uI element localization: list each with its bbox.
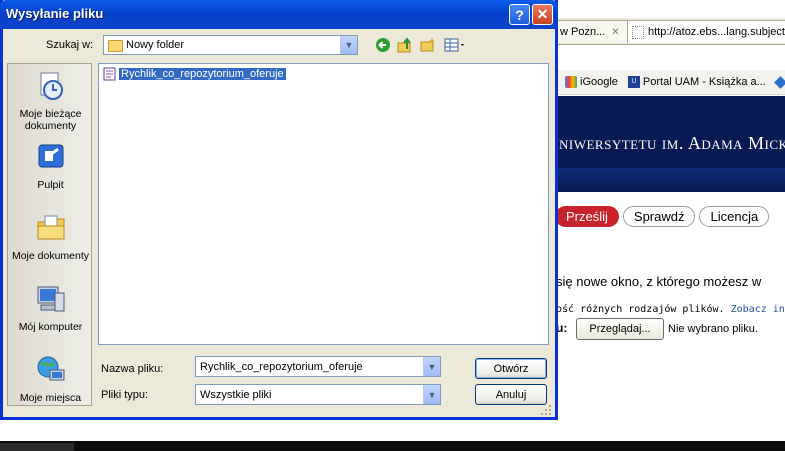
browser-tab[interactable]: http://atoz.ebs...lang.subject [627, 20, 785, 43]
igoogle-icon [565, 76, 577, 88]
taskbar-button[interactable] [0, 443, 74, 451]
place-label: Mój komputer [18, 321, 83, 333]
no-file-text: Nie wybrano pliku. [668, 323, 758, 335]
dialog-title: Wysyłanie pliku [6, 6, 104, 21]
place-my-computer[interactable]: Mój komputer [8, 283, 93, 333]
browser-tab-strip: w Pozn... ✕ http://atoz.ebs...lang.subje… [555, 18, 785, 45]
place-my-documents[interactable]: Moje dokumenty [8, 212, 93, 262]
place-label: Pulpit [37, 179, 64, 191]
back-button[interactable] [374, 36, 392, 54]
browse-button[interactable]: Przeglądaj... [576, 318, 664, 340]
file-type-value: Wszystkie pliki [200, 389, 272, 401]
help-button[interactable]: ? [509, 4, 530, 25]
desktop-icon [38, 144, 63, 168]
step-check[interactable]: Sprawdź [622, 205, 696, 227]
back-arrow-icon [376, 38, 390, 52]
place-desktop[interactable]: Pulpit [8, 141, 93, 191]
page-icon [632, 25, 644, 39]
look-in-dropdown[interactable]: Nowy folder ▼ [103, 35, 358, 55]
place-label: Moje bieżące dokumenty [19, 108, 82, 132]
new-folder-button[interactable] [419, 36, 437, 54]
file-item[interactable]: Rychlik_co_repozytorium_oferuje [103, 67, 286, 81]
tab-label: w Pozn... [560, 26, 606, 38]
file-name-label: Nazwa pliku: [101, 363, 164, 375]
browser-tab[interactable]: w Pozn... ✕ [555, 20, 631, 43]
up-folder-icon [397, 37, 411, 53]
instruction-text: się nowe okno, z którego możesz w [556, 274, 762, 289]
university-banner: niwersytetu im. Adama Mickiew [555, 96, 785, 192]
bookmark-sy[interactable]: Sy [773, 75, 785, 89]
recent-documents-icon [40, 72, 63, 100]
step-license[interactable]: Licencja [699, 205, 770, 227]
bookmark-label: iGoogle [580, 76, 618, 88]
place-label: Moje dokumenty [11, 250, 90, 262]
more-info-link[interactable]: Zobacz infor [731, 304, 785, 315]
file-name: Rychlik_co_repozytorium_oferuje [119, 68, 286, 80]
file-type-dropdown[interactable]: Wszystkie pliki ▼ [195, 384, 441, 405]
views-menu-button[interactable] [443, 36, 469, 54]
look-in-label: Szukaj w: [46, 39, 94, 51]
banner-stripe [555, 168, 785, 190]
views-icon [444, 38, 464, 52]
places-bar: Moje bieżące dokumenty Pulpit Moje dokum… [7, 63, 92, 406]
file-list[interactable]: Rychlik_co_repozytorium_oferuje [98, 63, 549, 345]
taskbar [0, 441, 785, 451]
resize-grip-icon[interactable] [540, 404, 552, 416]
my-documents-icon [37, 215, 64, 240]
formats-text: ość różnych rodzajów plików. Zobacz info… [556, 304, 785, 315]
chevron-down-icon[interactable]: ▼ [340, 36, 357, 54]
cancel-button[interactable]: Anuluj [475, 384, 547, 405]
new-folder-icon [420, 38, 435, 52]
tab-label: http://atoz.ebs...lang.subject [648, 26, 785, 38]
bookmark-uam[interactable]: U Portal UAM - Książka a... [627, 76, 766, 88]
formats-text-body: ość różnych rodzajów plików. [556, 304, 725, 315]
place-network[interactable]: Moje miejsca [8, 354, 93, 404]
network-places-icon [37, 356, 64, 381]
folder-icon [108, 40, 123, 52]
place-label: Moje miejsca [19, 392, 82, 404]
file-type-label: Pliki typu: [101, 389, 149, 401]
close-icon[interactable]: ✕ [611, 27, 619, 38]
document-icon [103, 67, 116, 81]
upload-steps: Prześlij Sprawdź Licencja [555, 202, 785, 230]
banner-title: niwersytetu im. Adama Mickiew [559, 133, 785, 153]
bookmark-label: Portal UAM - Książka a... [642, 76, 766, 88]
open-button[interactable]: Otwórz [475, 358, 547, 379]
file-name-input[interactable]: Rychlik_co_repozytorium_oferuje ▼ [195, 356, 441, 377]
bookmark-icon [773, 75, 785, 89]
my-computer-icon [37, 286, 64, 312]
look-in-value: Nowy folder [126, 39, 185, 51]
bookmark-igoogle[interactable]: iGoogle [565, 76, 618, 88]
dialog-title-bar[interactable]: Wysyłanie pliku ? ✕ [0, 0, 558, 29]
file-name-value: Rychlik_co_repozytorium_oferuje [200, 361, 363, 373]
chevron-down-icon[interactable]: ▼ [423, 357, 440, 376]
place-recent-documents[interactable]: Moje bieżące dokumenty [8, 70, 93, 132]
step-upload[interactable]: Prześlij [555, 205, 619, 227]
uam-icon: U [627, 76, 640, 88]
close-button[interactable]: ✕ [532, 4, 553, 25]
up-folder-button[interactable] [396, 36, 414, 54]
chevron-down-icon[interactable]: ▼ [423, 385, 440, 404]
bookmarks-toolbar: iGoogle U Portal UAM - Książka a... Sy [555, 70, 785, 95]
